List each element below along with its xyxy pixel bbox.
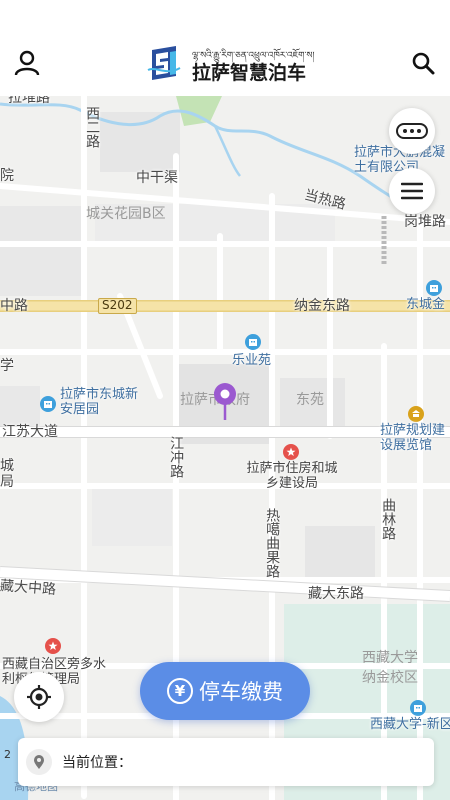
parking-payment-label: 停车缴费	[199, 680, 283, 704]
app-title: 拉萨智慧泊车	[192, 62, 307, 84]
search-icon[interactable]	[406, 46, 440, 80]
road-label-zangda-dong: 藏大东路	[308, 586, 364, 602]
menu-icon	[401, 182, 423, 200]
user-icon[interactable]	[10, 46, 44, 80]
locate-button[interactable]	[14, 672, 64, 722]
location-marker-icon	[26, 749, 52, 775]
road-label-edge-ju: 局	[0, 474, 14, 490]
app-logo: ལྷ་སའི་རྒྱུ་རིག་ཅན་འཕྲུལ་འཁོར་འཇོག་ས། 拉萨…	[146, 44, 314, 84]
poi-building-icon[interactable]	[426, 280, 442, 296]
road-label-reqiao-quguo: 热噶曲果路	[264, 508, 281, 578]
road-label-jiangsu: 江苏大道	[2, 424, 58, 440]
current-location-bar[interactable]: 当前位置：	[18, 738, 434, 786]
more-options-button[interactable]	[389, 108, 435, 154]
locate-icon	[27, 685, 51, 709]
area-label-xizang-daxue: 西藏大学	[362, 650, 418, 666]
poi-label-xizang-daxue-xin: 西藏大学-新区	[370, 717, 450, 732]
road-label-edge-yuan: 院	[0, 168, 14, 184]
road-label-jiangchong: 江冲路	[168, 436, 185, 478]
poi-government-icon[interactable]	[283, 444, 299, 460]
road-label-qulin: 曲林路	[380, 498, 397, 540]
location-pin-icon[interactable]	[212, 382, 238, 422]
poi-museum-icon[interactable]	[408, 406, 424, 422]
road-label-s202: S202	[98, 298, 137, 314]
map-scale: 2	[4, 748, 11, 761]
poi-label-dongcheng-jin: 东城金	[406, 297, 446, 312]
poi-label-zhufang: 拉萨市住房和城乡建设局	[246, 461, 338, 491]
area-label-dongyuan: 东苑	[296, 392, 324, 408]
poi-building-icon[interactable]	[245, 334, 261, 350]
area-label-najin-xiaoqu: 纳金校区	[362, 670, 418, 686]
road-label-gangdui: 岗堆路	[404, 214, 446, 230]
menu-button[interactable]	[389, 168, 435, 214]
poi-building-icon[interactable]	[40, 396, 56, 412]
poi-label-guihua: 拉萨规划建设展览馆	[380, 423, 446, 453]
road-label-zhonggan: 中干渠	[136, 170, 178, 186]
app-header: ལྷ་སའི་རྒྱུ་རིག་ཅན་འཕྲུལ་འཁོར་འཇོག་ས། 拉萨…	[0, 0, 450, 96]
yuan-icon: ¥	[167, 678, 193, 704]
road-label-edge-xue: 学	[0, 358, 14, 374]
poi-label-dongcheng-xinan: 拉萨市东城新安居园	[60, 387, 139, 417]
current-location-label: 当前位置：	[62, 755, 132, 771]
logo-mark-icon	[147, 46, 181, 80]
area-label-chengguan-huayuan: 城关花园B区	[86, 206, 166, 222]
poi-label-leyeyuan: 乐业苑	[232, 353, 272, 368]
road-label-xiyi: 西二路	[84, 106, 101, 148]
road-label-najin-dong: 纳金东路	[294, 298, 350, 314]
road-label-lhadui: 拉堆路	[8, 96, 50, 106]
road-label-zhong: 中路	[0, 298, 28, 314]
more-icon	[396, 123, 428, 139]
parking-payment-button[interactable]: ¥ 停车缴费	[140, 662, 310, 720]
road-label-edge-cheng: 城	[0, 458, 14, 474]
poi-building-icon[interactable]	[410, 700, 426, 716]
poi-government-icon[interactable]	[45, 638, 61, 654]
